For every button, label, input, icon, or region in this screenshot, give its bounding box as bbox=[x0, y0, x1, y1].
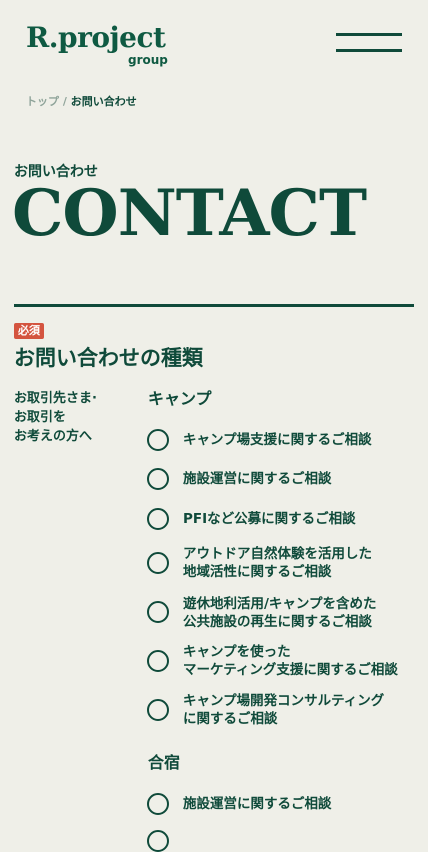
group-label-camp: キャンプ bbox=[148, 389, 212, 408]
radio-button[interactable] bbox=[147, 468, 169, 490]
radio-button[interactable] bbox=[147, 830, 169, 852]
radio-label: 施設運営に関するご相談 bbox=[183, 796, 332, 812]
radio-button[interactable] bbox=[147, 552, 169, 574]
menu-bar-bottom bbox=[336, 49, 402, 52]
radio-label: PFIなど公募に関するご相談 bbox=[183, 511, 356, 527]
site-header: R.project group bbox=[0, 0, 428, 90]
menu-bar-top bbox=[336, 33, 402, 36]
breadcrumb: トップ / お問い合わせ bbox=[26, 95, 137, 109]
breadcrumb-separator: / bbox=[62, 95, 67, 108]
radio-button[interactable] bbox=[147, 699, 169, 721]
inquiry-type-heading: お問い合わせの種類 bbox=[14, 346, 203, 370]
radio-button[interactable] bbox=[147, 650, 169, 672]
breadcrumb-current: お問い合わせ bbox=[70, 95, 137, 108]
radio-label: キャンプ場支援に関するご相談 bbox=[183, 432, 372, 448]
radio-button[interactable] bbox=[147, 429, 169, 451]
radio-label: キャンプ場開発コンサルティング に関するご相談 bbox=[183, 693, 385, 727]
radio-button[interactable] bbox=[147, 508, 169, 530]
hamburger-menu-icon[interactable] bbox=[336, 33, 402, 55]
breadcrumb-home-link[interactable]: トップ bbox=[26, 95, 59, 108]
radio-label: キャンプを使った マーケティング支援に関するご相談 bbox=[183, 644, 398, 678]
radio-label: 施設運営に関するご相談 bbox=[183, 471, 332, 487]
radio-button[interactable] bbox=[147, 793, 169, 815]
required-badge: 必須 bbox=[14, 323, 44, 339]
radio-label: アウトドア自然体験を活用した 地域活性に関するご相談 bbox=[183, 546, 372, 580]
logo-main-text: R.project bbox=[26, 21, 166, 54]
radio-label: 遊休地利活用/キャンプを含めた 公共施設の再生に関するご相談 bbox=[183, 596, 377, 630]
side-note: お取引先さま· お取引を お考えの方へ bbox=[14, 391, 97, 444]
group-label-gasshuku: 合宿 bbox=[148, 753, 181, 772]
page-title: CONTACT bbox=[12, 176, 367, 251]
logo-sub-text: group bbox=[128, 53, 168, 67]
section-divider bbox=[14, 304, 414, 307]
brand-logo[interactable]: R.project group bbox=[26, 21, 168, 68]
radio-button[interactable] bbox=[147, 601, 169, 623]
